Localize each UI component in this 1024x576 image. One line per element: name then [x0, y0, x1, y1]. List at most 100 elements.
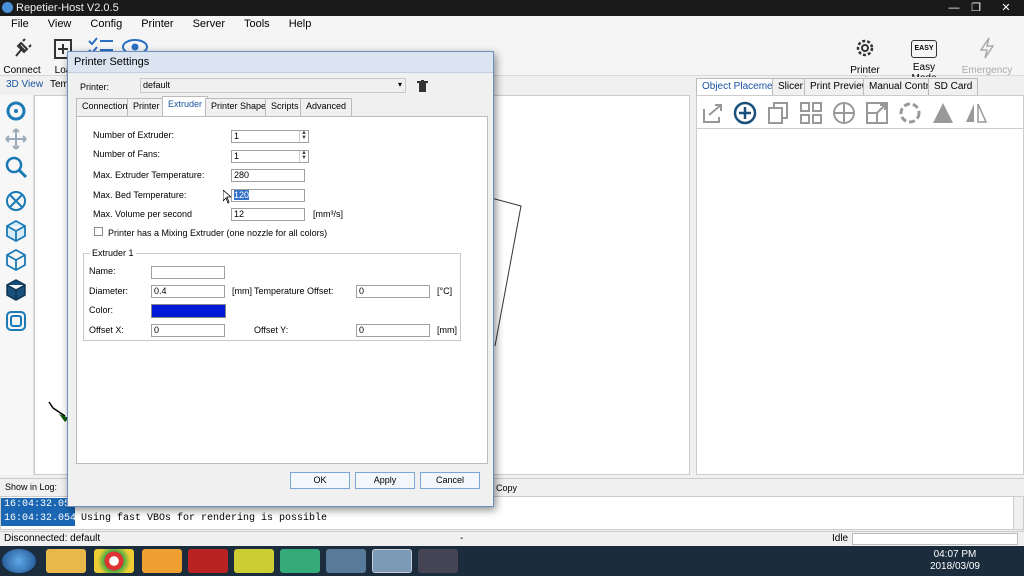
cube-iso-icon[interactable]	[4, 219, 28, 243]
app-s-taskbar-icon[interactable]	[234, 549, 274, 573]
mixing-extruder-checkbox[interactable]	[94, 227, 103, 236]
app-n-taskbar-icon[interactable]	[142, 549, 182, 573]
log-scrollbar[interactable]	[1013, 497, 1023, 529]
menu-server[interactable]: Server	[182, 16, 233, 30]
num-fans-label: Number of Fans:	[93, 149, 161, 159]
lightning-icon	[979, 37, 995, 59]
menu-tools[interactable]: Tools	[233, 16, 278, 30]
printer-select[interactable]: default ▾	[140, 78, 406, 93]
max-extruder-temp-label: Max. Extruder Temperature:	[93, 170, 205, 180]
spinner-arrows-icon[interactable]: ▲ ▼	[299, 151, 308, 162]
right-tab-strip: Object Placement Slicer Print Preview Ma…	[696, 77, 1024, 95]
cancel-button[interactable]: Cancel	[420, 472, 480, 489]
offset-x-field[interactable]: 0	[151, 324, 225, 337]
printer-status: Idle	[832, 533, 849, 544]
cube-front-icon[interactable]	[4, 248, 28, 272]
diameter-field[interactable]: 0.4	[151, 285, 225, 298]
trash-icon[interactable]	[417, 80, 428, 92]
menu-help[interactable]: Help	[278, 16, 320, 30]
tab-temp[interactable]: Temp	[50, 79, 68, 90]
tab-scripts[interactable]: Scripts	[265, 98, 305, 116]
rotate-icon[interactable]	[4, 99, 28, 123]
app-icon	[2, 2, 13, 13]
max-volume-label: Max. Volume per second	[93, 209, 193, 219]
app-red-taskbar-icon[interactable]	[188, 549, 228, 573]
mouse-cursor-icon	[223, 190, 231, 204]
mirror-icon[interactable]	[964, 101, 988, 125]
log-time: 16:04:32.054	[1, 512, 76, 526]
num-extruder-label: Number of Extruder:	[93, 130, 175, 140]
close-window-button[interactable]: ✕	[992, 0, 1020, 16]
max-bed-temp-field[interactable]: 120	[231, 189, 305, 202]
tab-advanced[interactable]: Advanced	[300, 98, 353, 116]
temp-offset-field[interactable]: 0	[356, 285, 430, 298]
dialog-titlebar: Printer Settings	[68, 52, 493, 73]
connect-button[interactable]: Connect	[3, 36, 41, 76]
spinner-arrows-icon[interactable]: ▲ ▼	[299, 131, 308, 142]
rotate-object-icon[interactable]	[898, 101, 922, 125]
status-separator: -	[460, 533, 464, 544]
app-globe-taskbar-icon[interactable]	[280, 549, 320, 573]
chevron-down-icon: ▾	[397, 80, 402, 89]
mixing-extruder-label: Printer has a Mixing Extruder (one nozzl…	[108, 228, 328, 238]
parallel-view-icon[interactable]	[4, 309, 28, 333]
progress-bar	[852, 533, 1018, 545]
apply-button[interactable]: Apply	[355, 472, 415, 489]
max-bed-temp-value: 120	[234, 190, 250, 200]
extruder-name-field[interactable]	[151, 266, 225, 279]
menu-file[interactable]: File	[0, 16, 37, 30]
log-time: 16:04:32.05	[1, 498, 75, 512]
menu-view[interactable]: View	[37, 16, 80, 30]
connect-label: Connect	[3, 65, 41, 76]
max-volume-field[interactable]: 12	[231, 208, 305, 221]
explorer-taskbar-icon[interactable]	[46, 549, 86, 573]
tab-3d-view[interactable]: 3D View	[6, 79, 43, 90]
maximize-button[interactable]: ❐	[962, 0, 990, 16]
system-clock[interactable]: 04:07 PM 2018/03/09	[930, 549, 980, 573]
ok-button[interactable]: OK	[290, 472, 350, 489]
copy-objects-icon[interactable]	[766, 101, 790, 125]
color-label: Color:	[89, 305, 114, 315]
temp-offset-label: Temperature Offset:	[254, 286, 334, 296]
scale-icon[interactable]	[865, 101, 889, 125]
tab-sd-card[interactable]: SD Card	[928, 78, 979, 95]
dialog-title: Printer Settings	[74, 56, 150, 68]
tab-connection[interactable]: Connection	[76, 98, 134, 116]
zoom-icon[interactable]	[4, 155, 28, 179]
add-object-icon[interactable]	[733, 101, 757, 125]
connection-status: Disconnected: default	[4, 533, 101, 544]
color-swatch[interactable]	[151, 304, 226, 318]
tab-printer[interactable]: Printer	[127, 98, 166, 116]
export-icon[interactable]	[701, 101, 725, 125]
copy-log-button[interactable]: Copy	[496, 483, 517, 493]
tab-printer-shape[interactable]: Printer Shape	[205, 98, 273, 116]
temp-offset-unit: [°C]	[437, 286, 453, 296]
start-button[interactable]	[2, 549, 36, 573]
offset-x-label: Offset X:	[89, 325, 124, 335]
window-title: Repetier-Host V2.0.5	[16, 2, 119, 14]
cube-top-icon[interactable]	[4, 278, 28, 302]
offset-y-field[interactable]: 0	[356, 324, 430, 337]
easy-mode-icon: EASY	[911, 40, 937, 58]
center-object-icon[interactable]	[832, 101, 856, 125]
extruder-name-label: Name:	[89, 266, 116, 276]
autoposition-icon[interactable]	[799, 101, 823, 125]
taskbar: 04:07 PM 2018/03/09	[0, 546, 1024, 576]
tab-extruder[interactable]: Extruder	[162, 96, 209, 116]
clock-time: 04:07 PM	[933, 549, 977, 560]
cut-icon[interactable]	[931, 101, 955, 125]
app-window-taskbar-icon[interactable]	[326, 549, 366, 573]
show-in-log-label: Show in Log:	[5, 482, 58, 492]
chrome-taskbar-icon[interactable]	[94, 549, 134, 573]
num-extruder-stepper[interactable]: 1 ▲ ▼	[231, 130, 309, 143]
left-tab-strip: 3D View Temp	[0, 77, 70, 95]
move-icon[interactable]	[4, 127, 28, 151]
window-titlebar: Repetier-Host V2.0.5 — ❐ ✕	[0, 0, 1024, 16]
menu-printer[interactable]: Printer	[130, 16, 181, 30]
max-extruder-temp-field[interactable]: 280	[231, 169, 305, 182]
app-clapper-taskbar-icon[interactable]	[418, 549, 458, 573]
menu-config[interactable]: Config	[79, 16, 130, 30]
num-fans-stepper[interactable]: 1 ▲ ▼	[231, 150, 309, 163]
fit-view-icon[interactable]	[4, 189, 28, 213]
repetier-taskbar-icon[interactable]	[372, 549, 412, 573]
